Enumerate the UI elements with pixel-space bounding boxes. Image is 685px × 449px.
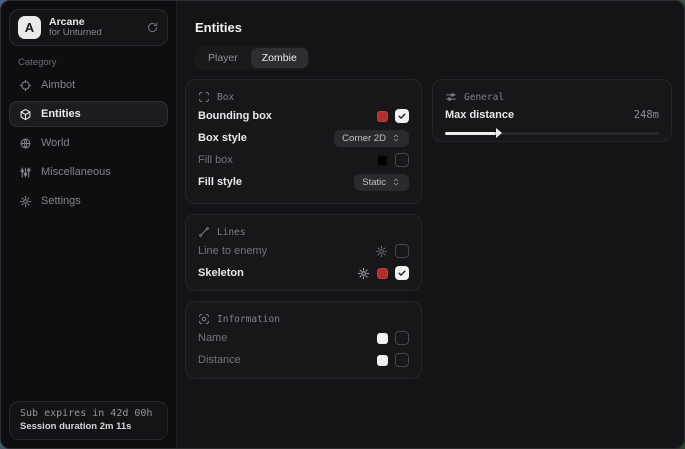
category-label: Category bbox=[18, 57, 57, 68]
color-swatch[interactable] bbox=[377, 355, 388, 366]
color-swatch[interactable] bbox=[377, 333, 388, 344]
max-distance-slider[interactable] bbox=[445, 132, 659, 135]
checkbox-unchecked[interactable] bbox=[395, 331, 409, 345]
setting-row-max-distance: Max distance 248m bbox=[445, 105, 659, 125]
sidebar-item-label: World bbox=[41, 137, 70, 149]
setting-row-box-style: Box style Corner 2D bbox=[198, 127, 409, 149]
sidebar-item-label: Settings bbox=[41, 195, 81, 207]
page-title: Entities bbox=[195, 20, 242, 35]
vertical-sliders-icon bbox=[19, 166, 32, 179]
panel-header-label: Box bbox=[217, 92, 234, 103]
setting-row-bounding-box: Bounding box bbox=[198, 105, 409, 127]
app-subtitle: for Unturned bbox=[49, 28, 102, 39]
entities-icon bbox=[19, 108, 32, 121]
setting-row-distance: Distance bbox=[198, 349, 409, 371]
panel-header-label: Information bbox=[217, 314, 280, 325]
color-swatch[interactable] bbox=[377, 155, 388, 166]
sidebar-item-label: Aimbot bbox=[41, 79, 75, 91]
brand-card: A Arcane for Unturned bbox=[9, 9, 168, 46]
box-panel: Box Bounding box Box style Corner 2D bbox=[185, 79, 422, 204]
general-panel: General Max distance 248m bbox=[432, 79, 672, 142]
refresh-icon[interactable] bbox=[146, 21, 159, 34]
main-content: Entities Player Zombie Box Bounding box bbox=[177, 1, 684, 448]
sidebar-item-miscellaneous[interactable]: Miscellaneous bbox=[9, 159, 168, 185]
color-swatch[interactable] bbox=[377, 111, 388, 122]
slider-fill bbox=[445, 132, 496, 135]
sidebar-nav: Aimbot Entities World Miscellaneous bbox=[9, 72, 168, 214]
sub-expiry-text: Sub expires in 42d 00h bbox=[20, 408, 157, 419]
sidebar-item-entities[interactable]: Entities bbox=[9, 101, 168, 127]
box-corners-icon bbox=[198, 91, 210, 103]
checkbox-unchecked[interactable] bbox=[395, 153, 409, 167]
app-window: A Arcane for Unturned Category Aimbot bbox=[0, 0, 685, 449]
tab-player[interactable]: Player bbox=[197, 48, 249, 68]
chevron-up-down-icon bbox=[391, 177, 401, 187]
subscription-card: Sub expires in 42d 00h Session duration … bbox=[9, 401, 168, 440]
app-logo: A bbox=[18, 16, 41, 39]
row-settings-gear-icon[interactable] bbox=[357, 267, 370, 280]
setting-row-skeleton: Skeleton bbox=[198, 262, 409, 284]
sidebar-item-label: Entities bbox=[41, 108, 81, 120]
tab-zombie[interactable]: Zombie bbox=[251, 48, 308, 68]
checkbox-checked[interactable] bbox=[395, 109, 409, 123]
setting-row-line-to-enemy: Line to enemy bbox=[198, 240, 409, 262]
setting-row-name: Name bbox=[198, 327, 409, 349]
slider-handle[interactable] bbox=[496, 128, 502, 138]
row-settings-gear-icon[interactable] bbox=[375, 245, 388, 258]
crosshair-icon bbox=[19, 79, 32, 92]
focus-circle-icon bbox=[198, 313, 210, 325]
sidebar-item-settings[interactable]: Settings bbox=[9, 188, 168, 214]
tab-bar: Player Zombie bbox=[195, 46, 310, 70]
setting-row-fill-box: Fill box bbox=[198, 149, 409, 171]
color-swatch[interactable] bbox=[377, 268, 388, 279]
sidebar-item-aimbot[interactable]: Aimbot bbox=[9, 72, 168, 98]
sidebar: A Arcane for Unturned Category Aimbot bbox=[1, 1, 177, 448]
max-distance-value: 248m bbox=[634, 109, 659, 121]
lines-panel: Lines Line to enemy Skeleton bbox=[185, 214, 422, 291]
setting-row-fill-style: Fill style Static bbox=[198, 171, 409, 193]
panel-header-label: Lines bbox=[217, 227, 246, 238]
checkbox-checked[interactable] bbox=[395, 266, 409, 280]
fill-style-dropdown[interactable]: Static bbox=[354, 174, 409, 191]
box-style-dropdown[interactable]: Corner 2D bbox=[334, 130, 409, 147]
checkbox-unchecked[interactable] bbox=[395, 353, 409, 367]
globe-icon bbox=[19, 137, 32, 150]
sidebar-item-world[interactable]: World bbox=[9, 130, 168, 156]
information-panel: Information Name Distance bbox=[185, 301, 422, 379]
diagonal-line-icon bbox=[198, 226, 210, 238]
horizontal-sliders-icon bbox=[445, 91, 457, 103]
panel-header-label: General bbox=[464, 92, 504, 103]
session-duration-text: Session duration 2m 11s bbox=[20, 421, 157, 432]
checkbox-unchecked[interactable] bbox=[395, 244, 409, 258]
chevron-up-down-icon bbox=[391, 133, 401, 143]
sidebar-item-label: Miscellaneous bbox=[41, 166, 111, 178]
gear-icon bbox=[19, 195, 32, 208]
